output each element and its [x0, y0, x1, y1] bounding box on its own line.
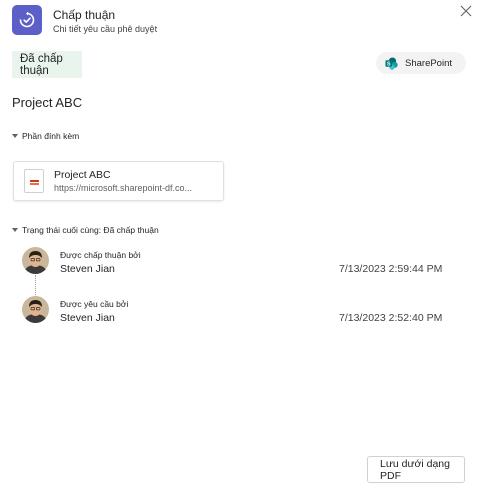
avatar: [22, 296, 49, 323]
event-requested-label: Được yêu cầu bởi: [60, 299, 129, 309]
svg-text:S: S: [387, 61, 391, 67]
event-approved-name: Steven Jian: [60, 263, 115, 275]
sharepoint-icon: S: [385, 56, 398, 70]
powerpoint-file-icon: [24, 169, 44, 193]
attachments-section-toggle[interactable]: Phần đính kèm: [12, 131, 79, 141]
close-icon: [460, 5, 472, 17]
event-approved-time: 7/13/2023 2:59:44 PM: [339, 263, 443, 275]
request-title: Project ABC: [12, 95, 83, 110]
close-button[interactable]: [458, 3, 474, 19]
event-approved-label: Được chấp thuận bởi: [60, 250, 141, 260]
attachment-card[interactable]: Project ABC https://microsoft.sharepoint…: [13, 161, 224, 201]
avatar: [22, 247, 49, 274]
approvals-app-icon: [12, 5, 42, 35]
history-heading: Trạng thái cuối cùng: Đã chấp thuận: [22, 225, 159, 235]
save-as-pdf-button[interactable]: Lưu dưới dạng PDF: [367, 456, 465, 483]
attachment-url: https://microsoft.sharepoint-df.co...: [54, 183, 193, 193]
history-section-toggle[interactable]: Trạng thái cuối cùng: Đã chấp thuận: [12, 225, 159, 235]
page-subtitle: Chi tiết yêu cầu phê duyệt: [53, 24, 158, 34]
event-requested-name: Steven Jian: [60, 312, 115, 324]
chevron-down-icon: [12, 134, 18, 138]
sharepoint-chip-label: SharePoint: [405, 57, 453, 69]
status-badge: Đã chấp thuận: [12, 51, 82, 78]
timeline-connector: [35, 275, 36, 297]
sharepoint-source-chip[interactable]: S SharePoint: [376, 52, 466, 74]
page-title: Chấp thuận: [53, 8, 116, 22]
attachments-heading: Phần đính kèm: [22, 131, 80, 141]
event-requested-time: 7/13/2023 2:52:40 PM: [339, 312, 443, 324]
attachment-name: Project ABC: [54, 169, 111, 181]
chevron-down-icon: [12, 228, 18, 232]
